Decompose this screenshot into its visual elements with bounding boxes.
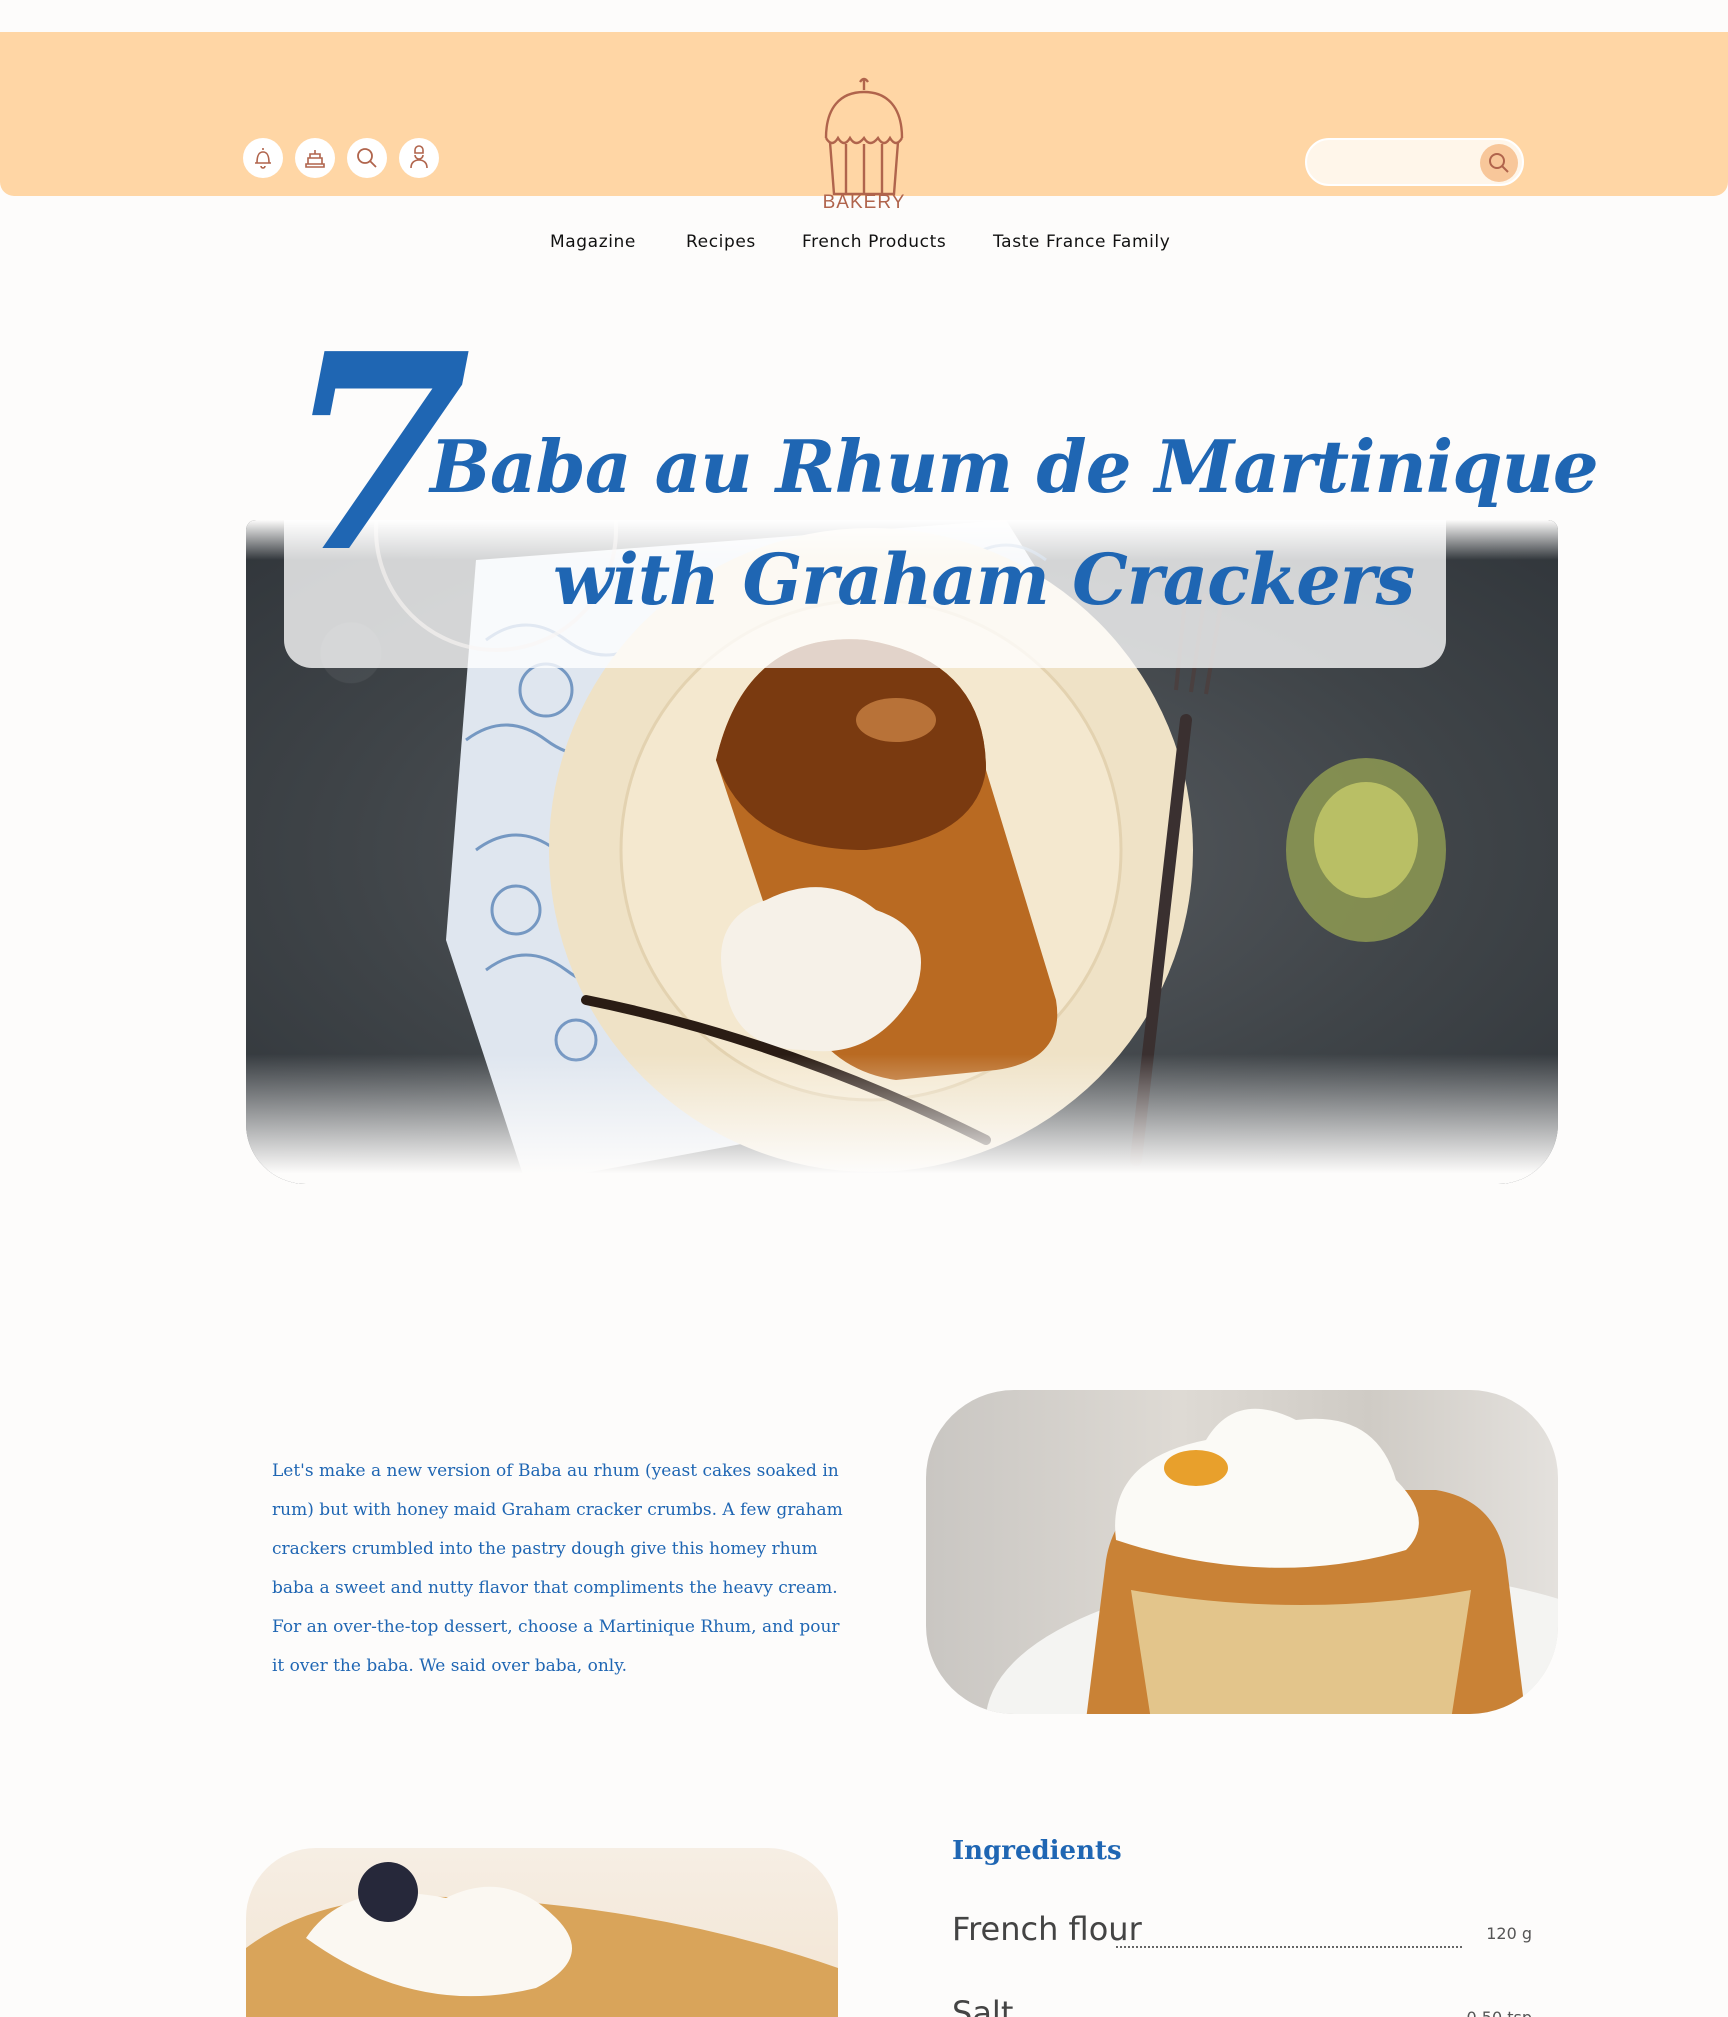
chef-user-icon[interactable]	[399, 138, 439, 178]
recipe-intro: Let's make a new version of Baba au rhum…	[272, 1461, 843, 1676]
site-header: BAKERY	[0, 32, 1728, 213]
nav-item-french-products[interactable]: French Products	[802, 232, 946, 252]
logo-text: BAKERY	[822, 192, 906, 213]
ingredient-quantity: 0.50 tsp	[1467, 2008, 1532, 2017]
nav-item-magazine[interactable]: Magazine	[550, 232, 636, 252]
nav-item-recipes[interactable]: Recipes	[686, 232, 756, 252]
baba-with-cream-photo	[926, 1390, 1558, 1714]
ingredient-row: Salt 0.50 tsp	[952, 1994, 1532, 2017]
recipe-title-line2: with Graham Crackers	[553, 538, 1415, 621]
ingredient-row: French flour 120 g	[952, 1910, 1532, 1960]
search-icon[interactable]	[347, 138, 387, 178]
ingredient-name: French flour	[952, 1910, 1142, 1948]
recipe-title-line1: Baba au Rhum de Martinique	[430, 424, 1599, 509]
ingredient-quantity: 120 g	[1486, 1924, 1532, 1943]
ingredient-name: Salt	[952, 1994, 1014, 2017]
bell-icon[interactable]	[243, 138, 283, 178]
hero-bottom-fade	[246, 1054, 1558, 1184]
cupcake-logo-icon	[824, 77, 904, 196]
search-bar[interactable]	[1305, 138, 1524, 186]
header-icon-row	[243, 138, 439, 178]
cake-box-icon[interactable]	[295, 138, 335, 178]
ingredient-leader-dots	[1116, 1946, 1462, 1948]
nav-item-taste-france-family[interactable]: Taste France Family	[993, 232, 1170, 252]
bakery-logo[interactable]: BAKERY	[816, 74, 912, 224]
search-button[interactable]	[1480, 144, 1518, 182]
magnifier-icon	[1489, 153, 1509, 173]
ingredients-heading: Ingredients	[952, 1836, 1122, 1866]
search-input[interactable]	[1325, 150, 1475, 174]
baba-blueberry-photo	[246, 1848, 838, 2017]
main-nav: Magazine Recipes French Products Taste F…	[0, 232, 1728, 256]
